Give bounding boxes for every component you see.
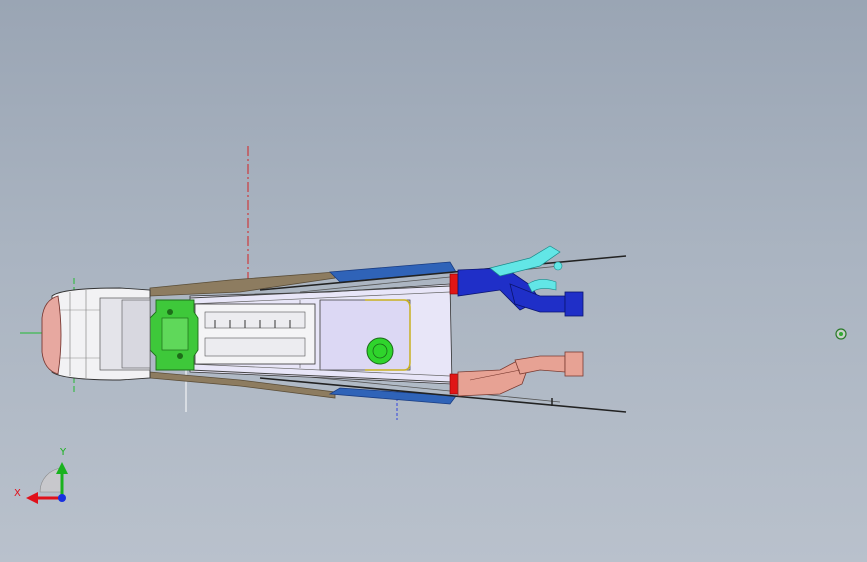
target-icon[interactable] [835,328,847,340]
y-axis-arrowhead [56,462,68,474]
lower-actuator [449,351,584,397]
cab [51,287,151,381]
upper-actuator [449,245,584,317]
engine-housing [194,303,316,365]
graphics-viewport[interactable]: Y X [0,0,867,562]
z-axis-dot [58,494,66,502]
engine-block [149,299,199,371]
y-axis-label: Y [59,447,67,458]
rear-drum [366,337,394,365]
triad: Y X [14,447,68,504]
x-axis-arrowhead [26,492,38,504]
x-axis-label: X [14,488,21,499]
model-canvas[interactable]: Y X [0,0,867,562]
front-cap [41,295,62,375]
